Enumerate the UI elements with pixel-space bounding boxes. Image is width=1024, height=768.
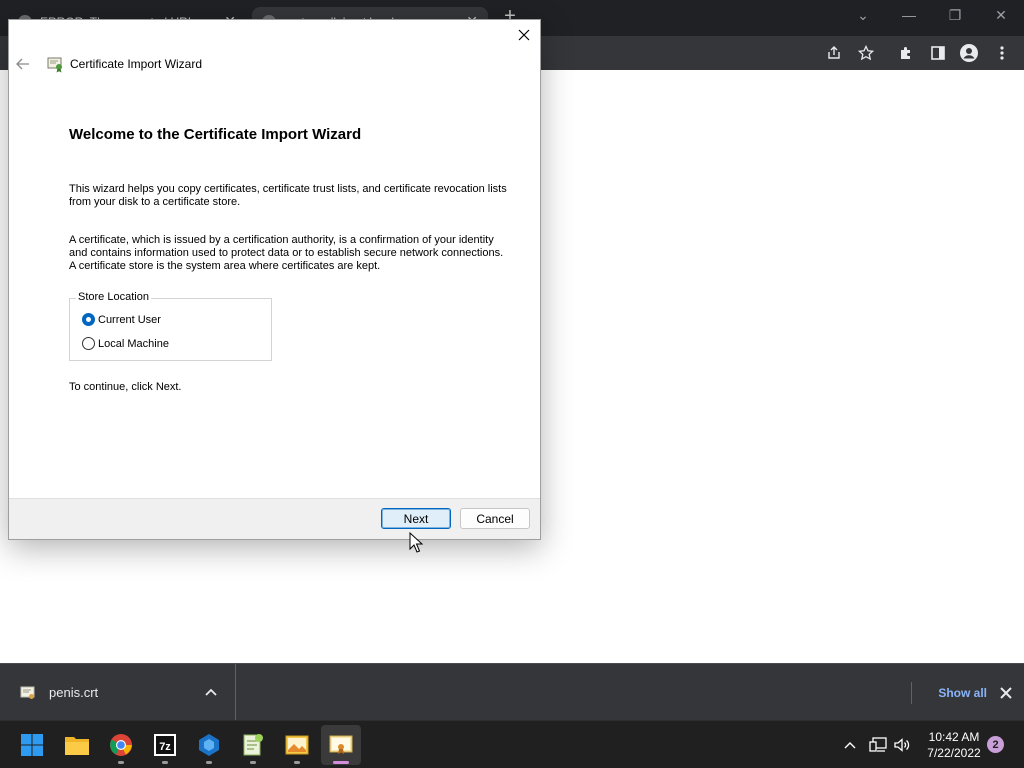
gallery-icon[interactable] (277, 725, 317, 765)
back-arrow-icon (16, 58, 29, 70)
next-button[interactable]: Next (381, 508, 451, 529)
current-user-label: Current User (98, 313, 161, 326)
mouse-cursor-icon (409, 532, 423, 553)
certificate-icon (47, 57, 62, 73)
share-icon[interactable] (823, 42, 845, 64)
chrome-icon[interactable] (101, 725, 141, 765)
local-machine-radio[interactable] (82, 337, 95, 350)
wizard-heading: Welcome to the Certificate Import Wizard (69, 126, 362, 143)
certificate-manager-icon[interactable] (321, 725, 361, 765)
notification-badge[interactable]: 2 (987, 736, 1004, 753)
tab-search-button[interactable]: ⌄ (840, 0, 886, 30)
profile-icon[interactable] (958, 42, 980, 64)
close-icon (518, 29, 530, 41)
window-close-button[interactable]: ✕ (978, 0, 1024, 30)
clock-date: 7/22/2022 (927, 746, 981, 760)
store-location-group: Store Location Current User Local Machin… (69, 291, 272, 361)
notepadpp-icon[interactable] (233, 725, 273, 765)
star-icon[interactable] (855, 42, 877, 64)
download-item[interactable]: penis.crt (0, 664, 236, 721)
clock-time: 10:42 AM (928, 730, 980, 744)
dialog-header: Certificate Import Wizard (9, 50, 540, 78)
menu-icon[interactable] (991, 42, 1013, 64)
certificate-file-icon (20, 686, 35, 699)
file-explorer-icon[interactable] (57, 725, 97, 765)
chevron-up-icon[interactable] (840, 735, 860, 755)
volume-icon[interactable] (892, 735, 912, 755)
start-icon[interactable] (12, 725, 52, 765)
current-user-radio[interactable] (82, 313, 95, 326)
download-shelf: penis.crt Show all (0, 663, 1024, 721)
continue-instruction: To continue, click Next. (69, 381, 182, 393)
sidepanel-icon[interactable] (927, 42, 949, 64)
restore-button[interactable]: ❐ (932, 0, 978, 30)
close-download-bar-icon[interactable] (996, 683, 1016, 703)
current-user-option[interactable]: Current User (82, 313, 161, 326)
download-filename: penis.crt (49, 685, 99, 700)
network-icon[interactable] (868, 735, 888, 755)
windows-taskbar: 7z 10:42 AM 7/22/2022 2 (0, 720, 1024, 768)
dialog-close-button[interactable] (512, 24, 536, 46)
certificate-import-wizard-dialog: Certificate Import Wizard Welcome to the… (8, 19, 541, 540)
certificate-explanation: A certificate, which is issued by a cert… (69, 234, 504, 272)
dialog-title: Certificate Import Wizard (70, 57, 203, 71)
dialog-footer: Next Cancel (9, 498, 540, 539)
wizard-description: This wizard helps you copy certificates,… (69, 183, 507, 208)
minimize-button[interactable]: — (886, 0, 932, 30)
7zip-icon[interactable]: 7z (145, 725, 185, 765)
local-machine-option[interactable]: Local Machine (82, 337, 169, 350)
cancel-button[interactable]: Cancel (460, 508, 530, 529)
chevron-up-icon[interactable] (203, 685, 219, 701)
app-icon[interactable] (189, 725, 229, 765)
extensions-icon[interactable] (895, 42, 917, 64)
show-all-downloads-link[interactable]: Show all (911, 682, 989, 704)
svg-text:7z: 7z (159, 741, 171, 753)
back-button[interactable] (13, 54, 33, 74)
local-machine-label: Local Machine (98, 337, 169, 350)
system-clock[interactable]: 10:42 AM 7/22/2022 (918, 729, 990, 761)
store-location-legend: Store Location (76, 291, 151, 303)
dialog-body: Welcome to the Certificate Import Wizard… (69, 126, 509, 393)
